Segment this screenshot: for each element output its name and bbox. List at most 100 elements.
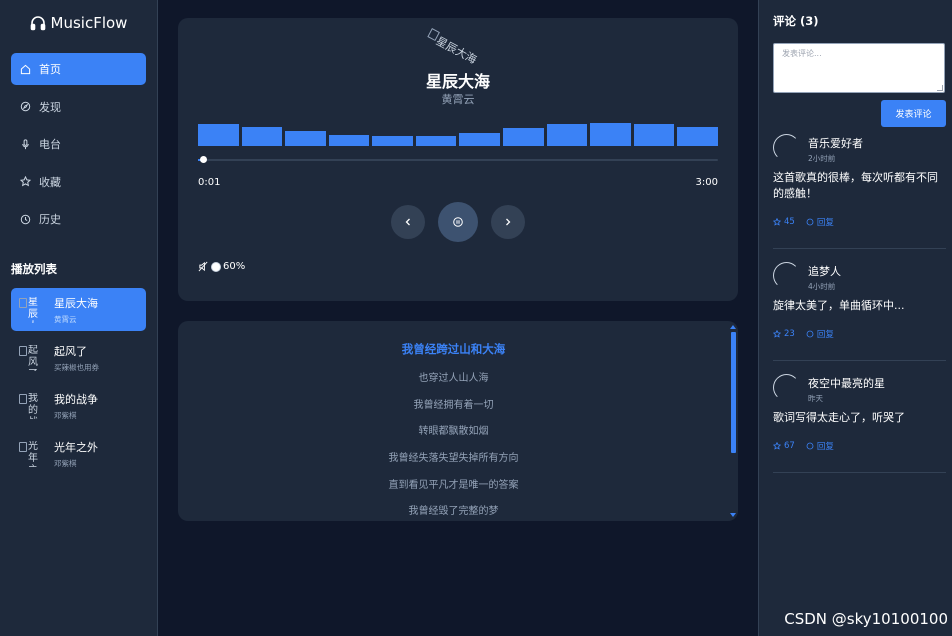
playlist-cover: 星辰大 [19, 297, 45, 323]
playlist-item[interactable]: 起风了 起风了 买辣椒也用券 [11, 336, 146, 379]
avatar[interactable] [773, 134, 800, 161]
progress-thumb[interactable] [200, 156, 208, 163]
album-cover: 星辰大海 [424, 28, 479, 67]
reply-button[interactable]: 回复 [806, 216, 834, 228]
playlist-item[interactable]: 星辰大 星辰大海 黄霄云 [11, 288, 146, 331]
lyric-line[interactable]: 我曾经拥有着一切 [178, 396, 729, 411]
star-icon [20, 176, 31, 187]
playlist-item-artist: 邓紫棋 [54, 410, 77, 420]
volume-value: 60% [223, 261, 246, 272]
lyric-line[interactable]: 直到看见平凡才是唯一的答案 [178, 476, 729, 491]
nav-item-home[interactable]: 首页 [11, 53, 146, 85]
playlist-item-title: 我的战争 [54, 392, 98, 406]
headphones-icon [30, 16, 45, 31]
playlist-item-title: 星辰大海 [54, 296, 98, 310]
visualizer-bar [198, 123, 239, 146]
playlist-item-artist: 黄霄云 [54, 314, 77, 324]
comment-icon [806, 442, 814, 450]
visualizer-bar [546, 123, 588, 146]
comment-author[interactable]: 夜空中最亮的星 [808, 375, 885, 391]
song-artist: 黄霄云 [441, 93, 475, 106]
lyric-line[interactable]: 也穿过人山人海 [178, 369, 729, 384]
brand[interactable]: MusicFlow [11, 0, 146, 46]
volume-control[interactable]: 60% [198, 261, 245, 272]
song-title: 星辰大海 [425, 72, 490, 91]
next-button[interactable] [491, 205, 525, 239]
lyric-line[interactable]: 转眼都飘散如烟 [178, 422, 729, 437]
comment-icon [806, 330, 814, 338]
visualizer-bar [590, 122, 631, 146]
submit-comment-button[interactable]: 发表评论 [881, 100, 946, 127]
chevron-left-icon [405, 218, 410, 226]
pause-button[interactable] [438, 202, 478, 242]
lyrics-scrollbar[interactable] [729, 321, 738, 521]
broken-image-icon [19, 441, 27, 452]
resize-handle-icon[interactable] [937, 85, 943, 91]
nav-item-history[interactable]: 历史 [11, 203, 146, 235]
visualizer-bar [677, 126, 718, 146]
comment-text: 旋律太美了，单曲循环中... [773, 299, 905, 312]
brand-name: MusicFlow [50, 14, 128, 32]
lyric-line-current[interactable]: 我曾经跨过山和大海 [178, 341, 729, 357]
nav-item-favorites[interactable]: 收藏 [11, 166, 146, 198]
visualizer-bar [328, 135, 370, 146]
playlist-item-title: 光年之外 [54, 440, 98, 454]
comment-icon [806, 218, 814, 226]
comment-item: 音乐爱好者 2小时前 这首歌真的很棒，每次听都有不同的感触！ 45 回复 [773, 134, 946, 249]
comment-text: 这首歌真的很棒，每次听都有不同的感触！ [773, 171, 938, 200]
visualizer-bar [459, 132, 501, 146]
reply-button[interactable]: 回复 [806, 440, 834, 452]
comment-time: 2小时前 [808, 154, 836, 163]
visualizer-bar [633, 123, 675, 146]
chevron-right-icon [506, 218, 511, 226]
pause-icon [453, 217, 463, 227]
main-nav: 首页 发现 电台 收藏 历史 [11, 53, 146, 235]
avatar[interactable] [773, 262, 800, 289]
playlist-item[interactable]: 我的战 我的战争 邓紫棋 [11, 384, 146, 427]
nav-label: 发现 [39, 100, 61, 114]
playlist-item[interactable]: 光年之 光年之外 邓紫棋 [11, 432, 146, 475]
comment-item: 夜空中最亮的星 昨天 歌词写得太走心了，听哭了 67 回复 [773, 374, 946, 473]
nav-label: 历史 [39, 213, 61, 226]
comment-text: 歌词写得太走心了，听哭了 [773, 411, 905, 424]
current-time: 0:01 [198, 177, 221, 188]
lyric-line[interactable]: 我曾经失落失望失掉所有方向 [178, 449, 729, 464]
nav-item-radio[interactable]: 电台 [11, 128, 146, 160]
scrollbar-thumb[interactable] [731, 332, 736, 453]
visualizer-bar [372, 136, 413, 146]
comment-author[interactable]: 音乐爱好者 [808, 135, 863, 151]
avatar[interactable] [773, 374, 800, 401]
like-button[interactable]: 23 [773, 329, 795, 339]
playlist-item-artist: 邓紫棋 [54, 458, 77, 468]
visualizer-bar [241, 126, 283, 146]
progress-bar[interactable] [198, 156, 718, 163]
scroll-up-icon[interactable] [730, 325, 736, 329]
nav-item-discover[interactable]: 发现 [11, 91, 146, 123]
playlist-cover: 起风了 [19, 345, 45, 371]
compass-icon [20, 101, 31, 112]
volume-slider-thumb[interactable] [211, 261, 221, 272]
lyrics-panel[interactable]: 我曾经跨过山和大海 也穿过人山人海 我曾经拥有着一切 转眼都飘散如烟 我曾经失落… [178, 321, 738, 521]
broken-image-icon [19, 345, 27, 356]
like-button[interactable]: 67 [773, 441, 795, 451]
visualizer-bar [503, 128, 544, 146]
home-icon [20, 64, 31, 74]
broken-image-icon [19, 393, 27, 404]
comments-panel: 评论 (3) 发表评论... 发表评论 音乐爱好者 2小时前 这首歌真的很棒，每… [758, 0, 952, 636]
comment-input[interactable]: 发表评论... [773, 43, 945, 93]
previous-button[interactable] [391, 205, 425, 239]
playlist-item-artist: 买辣椒也用券 [54, 362, 99, 372]
comment-author[interactable]: 追梦人 [808, 263, 841, 279]
nav-label: 收藏 [39, 175, 61, 189]
star-icon [773, 218, 781, 226]
playlist-cover: 光年之 [19, 441, 45, 467]
star-icon [773, 330, 781, 338]
player-card: 星辰大海 星辰大海 黄霄云 0:01 3:00 60% [178, 18, 738, 301]
lyric-line[interactable]: 我曾经毁了完整的梦 [178, 502, 729, 517]
scroll-down-icon[interactable] [730, 513, 736, 517]
audio-visualizer [198, 122, 718, 146]
playlist-item-title: 起风了 [54, 344, 87, 358]
like-button[interactable]: 45 [773, 217, 795, 227]
reply-button[interactable]: 回复 [806, 328, 834, 340]
visualizer-bar [285, 131, 326, 146]
